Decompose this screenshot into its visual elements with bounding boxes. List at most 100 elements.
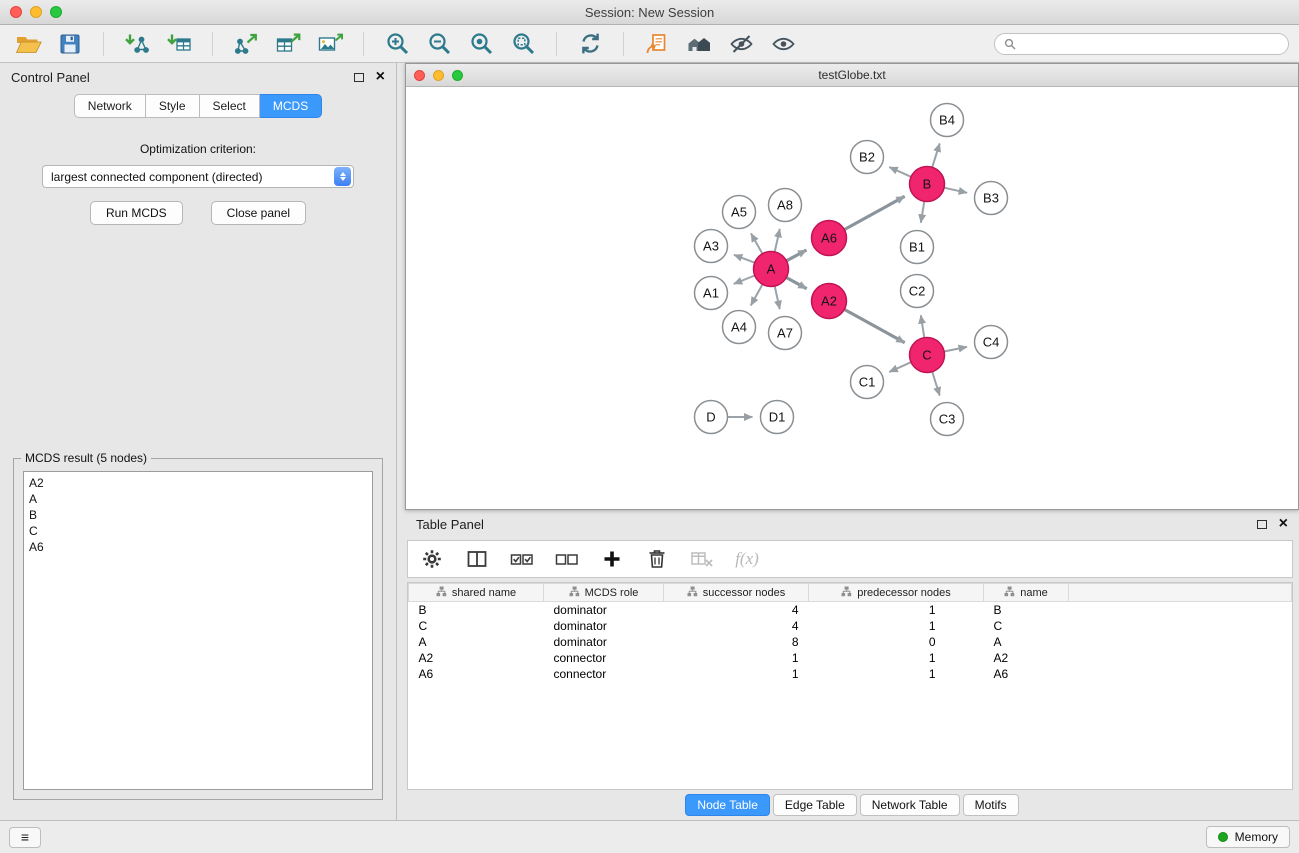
edge-B-B3[interactable] <box>944 188 967 193</box>
column-header-name[interactable]: name <box>984 584 1069 602</box>
mcds-result-item[interactable]: A <box>29 491 367 507</box>
import-table-from-file-button[interactable] <box>161 29 197 59</box>
unselect-all-columns-button[interactable] <box>555 546 579 572</box>
save-session-button[interactable] <box>52 29 88 59</box>
tab-network-table[interactable]: Network Table <box>860 794 960 816</box>
zoom-in-button[interactable] <box>379 29 415 59</box>
delete-table-button[interactable] <box>690 546 714 572</box>
memory-button[interactable]: Memory <box>1206 826 1290 848</box>
export-image-button[interactable] <box>312 29 348 59</box>
mcds-result-item[interactable]: B <box>29 507 367 523</box>
maximize-window-button[interactable] <box>50 6 62 18</box>
edge-A-A7[interactable] <box>775 286 780 309</box>
close-panel-icon[interactable]: × <box>376 70 385 84</box>
node-D1[interactable]: D1 <box>761 401 794 434</box>
node-B3[interactable]: B3 <box>975 182 1008 215</box>
node-A1[interactable]: A1 <box>695 277 728 310</box>
edge-A6-B[interactable] <box>844 196 904 229</box>
edge-A-A2[interactable] <box>786 278 806 289</box>
node-A4[interactable]: A4 <box>723 311 756 344</box>
network-svg[interactable]: B4B2BB3A5A8A6B1A3AC2A1A2A4A7C4CC1C3DD1 <box>406 87 1298 509</box>
edge-A-A8[interactable] <box>775 229 780 252</box>
search-box[interactable] <box>994 33 1289 55</box>
node-D[interactable]: D <box>695 401 728 434</box>
node-A6[interactable]: A6 <box>812 221 847 256</box>
tab-edge-table[interactable]: Edge Table <box>773 794 857 816</box>
edge-B-B2[interactable] <box>889 167 911 177</box>
edge-C-C3[interactable] <box>932 372 940 396</box>
zoom-out-button[interactable] <box>421 29 457 59</box>
node-B1[interactable]: B1 <box>901 231 934 264</box>
edge-C-C2[interactable] <box>921 315 925 338</box>
close-table-panel-icon[interactable]: × <box>1279 517 1288 531</box>
edge-A-A6[interactable] <box>786 250 806 261</box>
column-header-predecessor-nodes[interactable]: predecessor nodes <box>809 584 984 602</box>
mcds-result-item[interactable]: A6 <box>29 539 367 555</box>
tab-node-table[interactable]: Node Table <box>685 794 770 816</box>
create-new-column-button[interactable] <box>600 546 624 572</box>
tab-mcds[interactable]: MCDS <box>260 94 322 118</box>
show-graphics-details-button[interactable] <box>765 29 801 59</box>
select-all-columns-button[interactable] <box>510 546 534 572</box>
zoom-selected-region-button[interactable] <box>505 29 541 59</box>
edge-A-A5[interactable] <box>751 233 762 253</box>
tab-motifs[interactable]: Motifs <box>963 794 1019 816</box>
tab-style[interactable]: Style <box>146 94 200 118</box>
apply-preferred-layout-button[interactable] <box>572 29 608 59</box>
table-row[interactable]: Adominator80A <box>409 634 1292 650</box>
import-network-from-file-button[interactable] <box>119 29 155 59</box>
export-network-button[interactable] <box>228 29 264 59</box>
edge-A-A1[interactable] <box>734 276 755 284</box>
node-C[interactable]: C <box>910 338 945 373</box>
edge-A-A3[interactable] <box>734 255 755 263</box>
table-row[interactable]: A6connector11A6 <box>409 666 1292 682</box>
node-B4[interactable]: B4 <box>931 104 964 137</box>
node-B[interactable]: B <box>910 167 945 202</box>
first-neighbors-button[interactable] <box>639 29 675 59</box>
float-table-panel-icon[interactable] <box>1257 520 1267 529</box>
column-header-successor-nodes[interactable]: successor nodes <box>664 584 809 602</box>
search-input[interactable] <box>1022 37 1279 51</box>
run-mcds-button[interactable]: Run MCDS <box>90 201 183 225</box>
node-A[interactable]: A <box>754 252 789 287</box>
column-header-shared-name[interactable]: shared name <box>409 584 544 602</box>
export-table-button[interactable] <box>270 29 306 59</box>
hide-graphics-details-button[interactable] <box>723 29 759 59</box>
table-settings-button[interactable] <box>420 546 444 572</box>
network-maximize-button[interactable] <box>452 70 463 81</box>
node-C4[interactable]: C4 <box>975 326 1008 359</box>
tab-select[interactable]: Select <box>200 94 260 118</box>
zoom-fit-content-button[interactable] <box>463 29 499 59</box>
node-A2[interactable]: A2 <box>812 284 847 319</box>
close-panel-button[interactable]: Close panel <box>211 201 306 225</box>
function-builder-button[interactable]: f(x) <box>735 546 759 572</box>
minimize-window-button[interactable] <box>30 6 42 18</box>
node-A8[interactable]: A8 <box>769 189 802 222</box>
edge-A2-C[interactable] <box>844 309 904 342</box>
optimization-criterion-select[interactable]: largest connected component (directed) <box>42 165 354 188</box>
show-columns-button[interactable] <box>465 546 489 572</box>
mcds-result-list[interactable]: A2ABCA6 <box>23 471 373 790</box>
birds-eye-view-button[interactable] <box>681 29 717 59</box>
node-A3[interactable]: A3 <box>695 230 728 263</box>
table-row[interactable]: Cdominator41C <box>409 618 1292 634</box>
column-header-MCDS-role[interactable]: MCDS role <box>544 584 664 602</box>
edge-B-B4[interactable] <box>932 143 940 167</box>
delete-columns-button[interactable] <box>645 546 669 572</box>
network-minimize-button[interactable] <box>433 70 444 81</box>
mcds-result-item[interactable]: C <box>29 523 367 539</box>
panel-list-button[interactable]: ≡ <box>9 827 41 848</box>
table-row[interactable]: A2connector11A2 <box>409 650 1292 666</box>
node-A5[interactable]: A5 <box>723 196 756 229</box>
node-B2[interactable]: B2 <box>851 141 884 174</box>
edge-C-C4[interactable] <box>944 347 967 352</box>
edge-C-C1[interactable] <box>889 362 911 372</box>
close-window-button[interactable] <box>10 6 22 18</box>
table-row[interactable]: Bdominator41B <box>409 602 1292 619</box>
mcds-result-item[interactable]: A2 <box>29 475 367 491</box>
node-A7[interactable]: A7 <box>769 317 802 350</box>
float-panel-icon[interactable] <box>354 73 364 82</box>
open-file-button[interactable] <box>10 29 46 59</box>
node-C3[interactable]: C3 <box>931 403 964 436</box>
node-C2[interactable]: C2 <box>901 275 934 308</box>
